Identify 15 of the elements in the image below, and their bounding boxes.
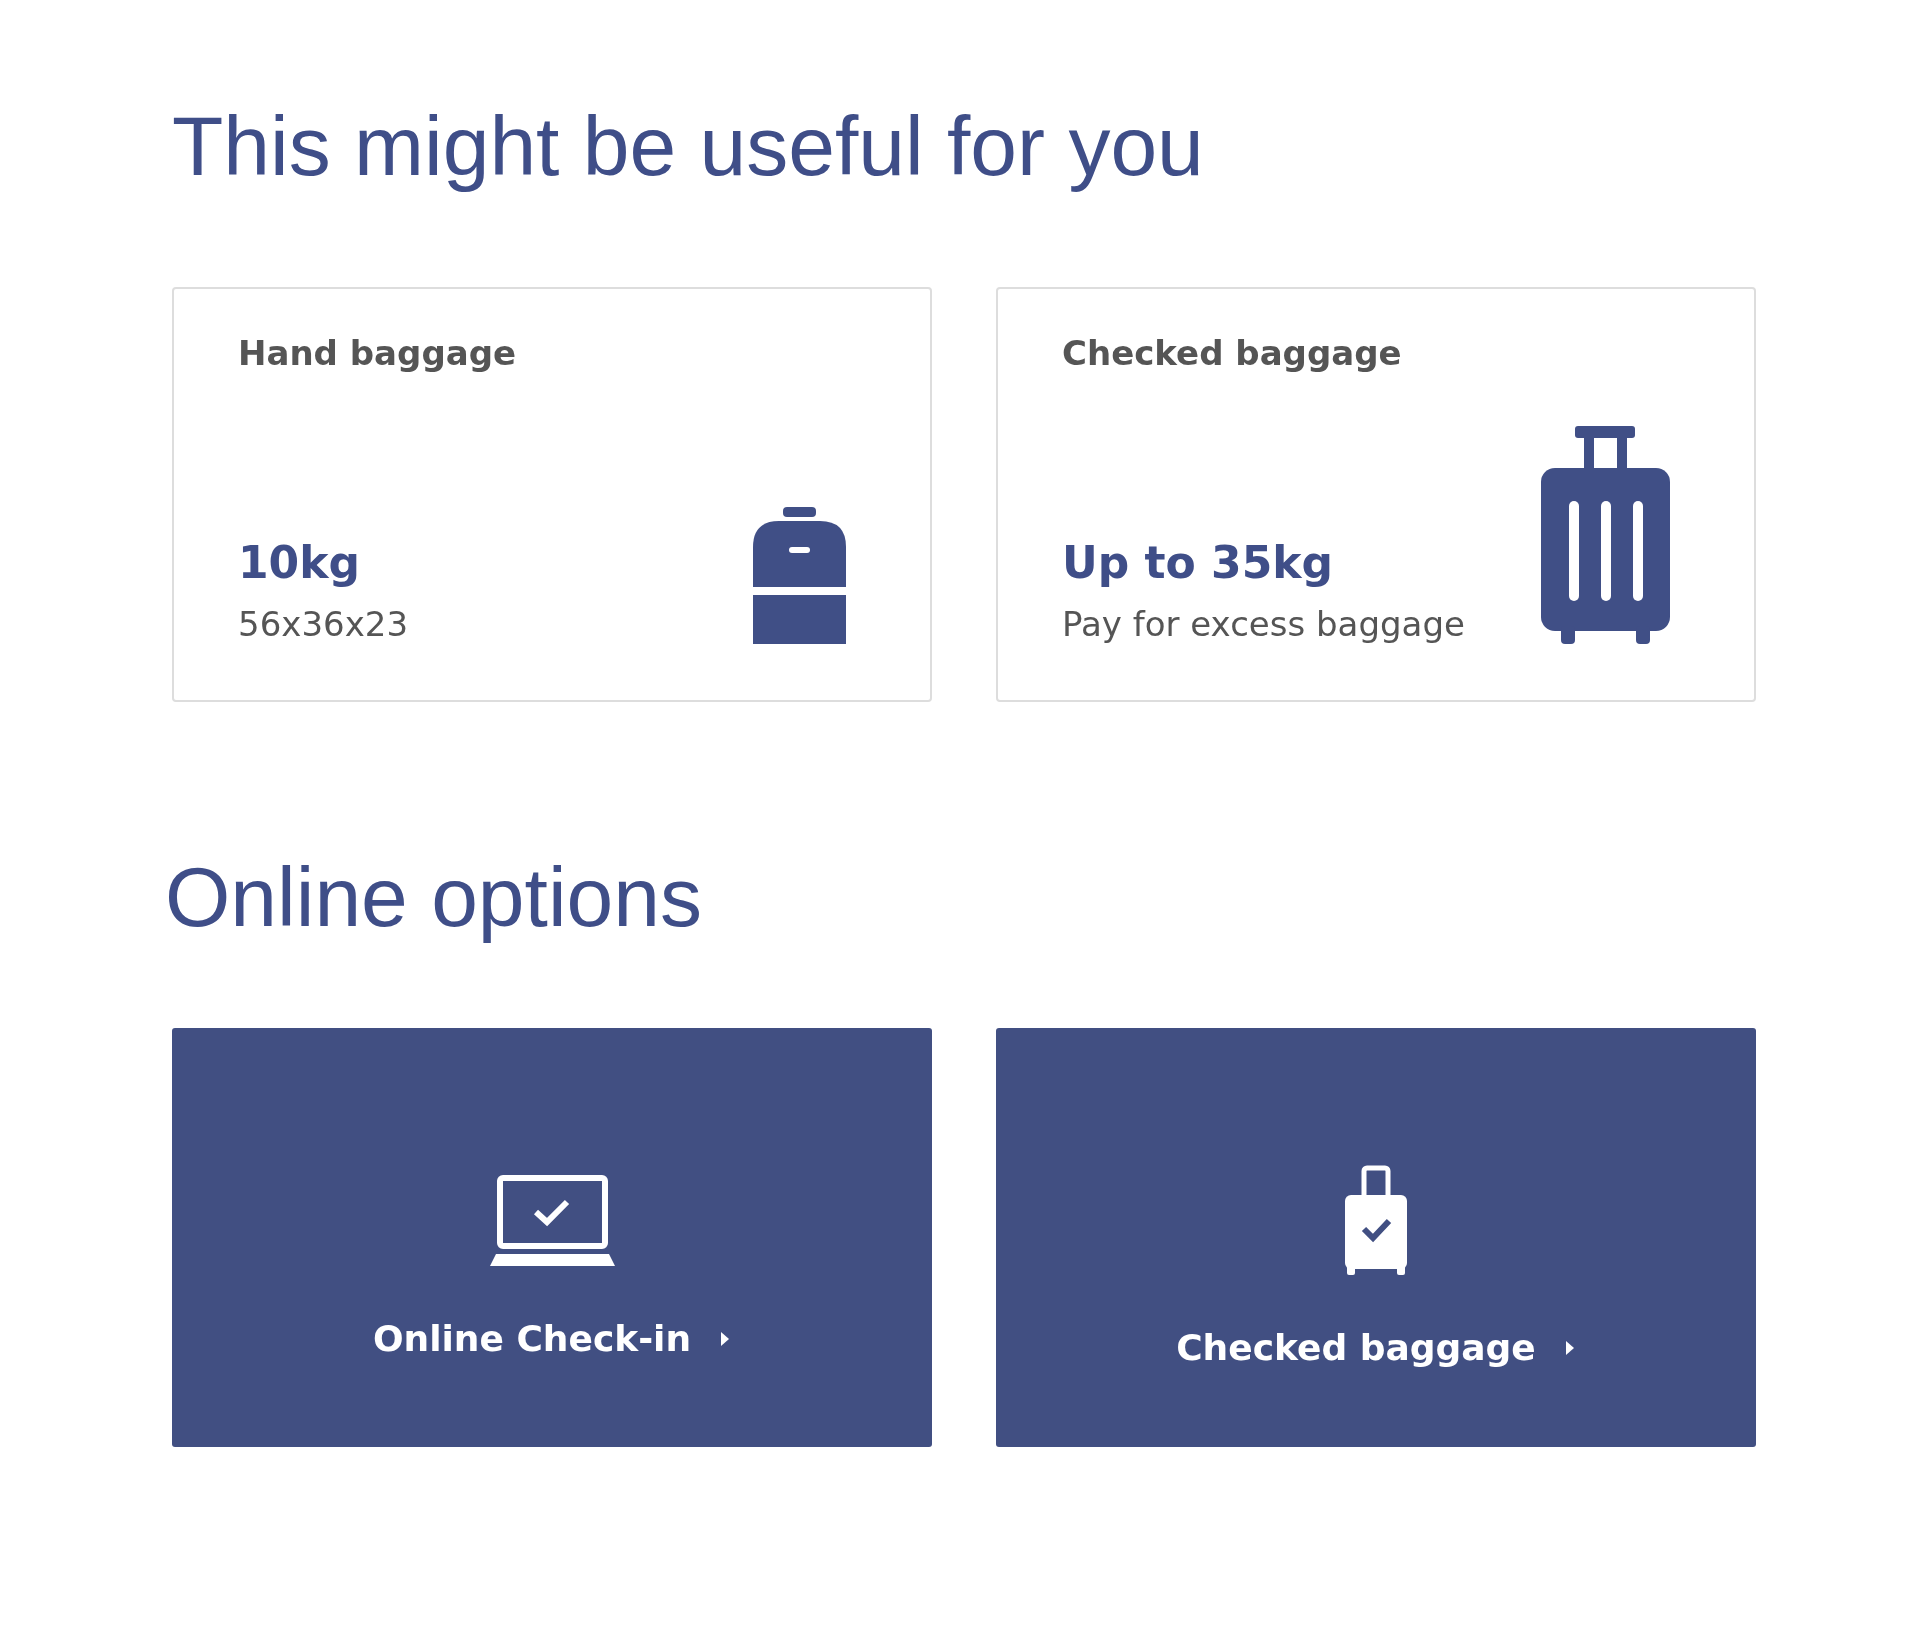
luggage-check-icon xyxy=(1345,1165,1407,1276)
option-button[interactable]: Online Check-in xyxy=(172,1027,932,1447)
weight-value: Up to 35kg xyxy=(1062,536,1334,588)
weight-value: 10kg xyxy=(238,536,360,588)
suitcase-icon xyxy=(1541,425,1670,644)
backpack-icon xyxy=(753,506,846,644)
laptop-check-icon xyxy=(489,1174,615,1267)
card-title: Hand baggage xyxy=(238,332,517,373)
card-title: Checked baggage xyxy=(1062,332,1402,373)
caret-icon xyxy=(1563,1338,1576,1357)
option-button[interactable]: Checked baggage xyxy=(996,1027,1756,1447)
section-heading: Online options xyxy=(165,848,704,946)
card-detail: Pay for excess baggage xyxy=(1062,603,1465,644)
card-detail: 56x36x23 xyxy=(238,603,409,644)
section-heading: This might be useful for you xyxy=(172,98,1205,195)
